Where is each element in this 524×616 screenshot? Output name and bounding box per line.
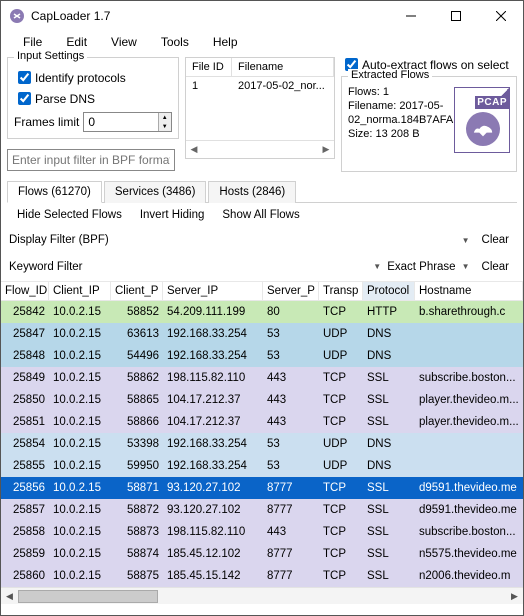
show-all-button[interactable]: Show All Flows	[214, 207, 307, 223]
grid-hscroll[interactable]: ◀ ▶	[1, 587, 523, 604]
menu-edit[interactable]: Edit	[54, 33, 99, 51]
file-id-cell: 1	[186, 77, 232, 95]
table-row[interactable]: 2585010.0.2.1558865104.17.212.37443TCPSS…	[1, 389, 523, 411]
display-filter-clear[interactable]: Clear	[476, 234, 515, 246]
file-table: File ID Filename 1 2017-05-02_nor... ◀ ▶	[185, 57, 335, 159]
spin-up-icon[interactable]: ▲	[159, 113, 171, 122]
table-row[interactable]: 2584810.0.2.1554496192.168.33.25453UDPDN…	[1, 345, 523, 367]
flow-toolbar: Hide Selected Flows Invert Hiding Show A…	[1, 203, 523, 227]
menu-tools[interactable]: Tools	[149, 33, 201, 51]
app-icon	[9, 8, 25, 24]
title-bar: CapLoader 1.7	[1, 1, 523, 31]
col-serverip[interactable]: Server_IP	[163, 282, 263, 300]
file-id-header[interactable]: File ID	[186, 58, 232, 76]
keyword-filter-clear[interactable]: Clear	[476, 261, 515, 273]
flow-grid: Flow_ID Client_IP Client_P Server_IP Ser…	[1, 281, 523, 604]
grid-header: Flow_ID Client_IP Client_P Server_IP Ser…	[1, 281, 523, 301]
col-flowid[interactable]: Flow_ID	[1, 282, 49, 300]
window-title: CapLoader 1.7	[31, 9, 388, 23]
pcap-file-icon[interactable]: PCAP	[454, 87, 510, 153]
keyword-filter-label[interactable]: Keyword Filter	[9, 261, 83, 273]
input-settings-legend: Input Settings	[14, 50, 87, 62]
table-row[interactable]: 2586010.0.2.1558875185.45.15.1428777TCPS…	[1, 565, 523, 587]
close-button[interactable]	[478, 1, 523, 31]
extracted-flows-group: Extracted Flows PCAP Flows: 1 Filename: …	[341, 76, 517, 172]
flows-count: Flows: 1	[348, 85, 448, 99]
menu-file[interactable]: File	[11, 33, 54, 51]
filename-cell: 2017-05-02_nor...	[232, 77, 334, 95]
grid-body: 2584210.0.2.155885254.209.111.19980TCPHT…	[1, 301, 523, 587]
file-table-hscroll[interactable]: ◀ ▶	[186, 140, 334, 158]
grid-scroll-thumb[interactable]	[18, 590, 158, 603]
frames-limit-stepper[interactable]: ▲ ▼	[83, 112, 172, 132]
maximize-button[interactable]	[433, 1, 478, 31]
frames-limit-input[interactable]	[84, 113, 157, 131]
col-clientip[interactable]: Client_IP	[49, 282, 111, 300]
menu-help[interactable]: Help	[201, 33, 250, 51]
spin-down-icon[interactable]: ▼	[159, 122, 171, 131]
display-filter-label[interactable]: Display Filter (BPF)	[9, 234, 109, 246]
col-clientport[interactable]: Client_P	[111, 282, 163, 300]
identify-protocols-label: Identify protocols	[35, 71, 126, 85]
scroll-left-icon[interactable]: ◀	[186, 144, 202, 155]
grid-scroll-left-icon[interactable]: ◀	[1, 591, 18, 602]
identify-protocols-checkbox[interactable]: Identify protocols	[14, 68, 172, 87]
input-settings-group: Input Settings Identify protocols Parse …	[7, 57, 179, 139]
extracted-size: Size: 13 208 B	[348, 127, 448, 141]
col-protocol[interactable]: Protocol	[363, 282, 415, 300]
table-row[interactable]: 2584910.0.2.1558862198.115.82.110443TCPS…	[1, 367, 523, 389]
file-row[interactable]: 1 2017-05-02_nor...	[186, 77, 334, 95]
table-row[interactable]: 2585610.0.2.155887193.120.27.1028777TCPS…	[1, 477, 523, 499]
exact-phrase-label[interactable]: Exact Phrase	[387, 261, 455, 273]
table-row[interactable]: 2585410.0.2.1553398192.168.33.25453UDPDN…	[1, 433, 523, 455]
col-hostname[interactable]: Hostname	[415, 282, 523, 300]
table-row[interactable]: 2585910.0.2.1558874185.45.12.1028777TCPS…	[1, 543, 523, 565]
col-transport[interactable]: Transp	[319, 282, 363, 300]
frames-limit-label: Frames limit	[14, 115, 79, 129]
table-row[interactable]: 2585110.0.2.1558866104.17.212.37443TCPSS…	[1, 411, 523, 433]
bpf-input[interactable]	[7, 149, 175, 171]
extracted-filename: Filename: 2017-05-02_norma.184B7AFA.pcap	[348, 99, 448, 127]
grid-scroll-right-icon[interactable]: ▶	[506, 591, 523, 602]
scroll-right-icon[interactable]: ▶	[318, 144, 334, 155]
keyword-filter-dropdown-icon[interactable]: ▼	[367, 262, 387, 271]
col-serverport[interactable]: Server_P	[263, 282, 319, 300]
table-row[interactable]: 2585710.0.2.155887293.120.27.1028777TCPS…	[1, 499, 523, 521]
extracted-flows-legend: Extracted Flows	[348, 69, 432, 81]
table-row[interactable]: 2585510.0.2.1559950192.168.33.25453UDPDN…	[1, 455, 523, 477]
menu-view[interactable]: View	[99, 33, 149, 51]
tab-hosts[interactable]: Hosts (2846)	[208, 181, 296, 203]
table-row[interactable]: 2584710.0.2.1563613192.168.33.25453UDPDN…	[1, 323, 523, 345]
hide-selected-button[interactable]: Hide Selected Flows	[9, 207, 130, 223]
display-filter-dropdown-icon[interactable]: ▼	[456, 236, 476, 245]
invert-hiding-button[interactable]: Invert Hiding	[132, 207, 213, 223]
parse-dns-checkbox[interactable]: Parse DNS	[14, 89, 172, 108]
minimize-button[interactable]	[388, 1, 433, 31]
parse-dns-label: Parse DNS	[35, 92, 95, 106]
tabs: Flows (61270) Services (3486) Hosts (284…	[7, 180, 517, 203]
table-row[interactable]: 2585810.0.2.1558873198.115.82.110443TCPS…	[1, 521, 523, 543]
tab-flows[interactable]: Flows (61270)	[7, 181, 102, 203]
filename-header[interactable]: Filename	[232, 58, 334, 76]
tab-services[interactable]: Services (3486)	[104, 181, 207, 203]
table-row[interactable]: 2584210.0.2.155885254.209.111.19980TCPHT…	[1, 301, 523, 323]
exact-phrase-dropdown-icon[interactable]: ▼	[456, 262, 476, 271]
